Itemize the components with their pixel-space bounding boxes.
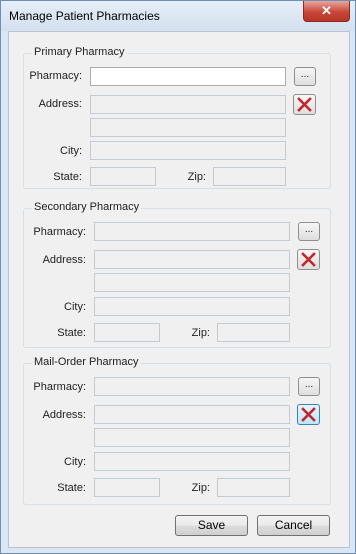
delete-pharmacy-button[interactable] — [293, 94, 316, 115]
save-button[interactable]: Save — [175, 515, 248, 536]
zip-field[interactable] — [217, 478, 290, 497]
mail-order-pharmacy-group: Mail-Order Pharmacy Pharmacy: ... Addres… — [23, 356, 331, 505]
pharmacy-label: Pharmacy: — [33, 226, 86, 238]
zip-label: Zip: — [187, 171, 206, 183]
zip-label: Zip: — [191, 482, 210, 494]
pharmacy-field[interactable] — [90, 67, 286, 86]
city-label: City: — [60, 145, 82, 157]
ellipsis-icon: ... — [304, 379, 314, 390]
delete-pharmacy-button[interactable] — [297, 404, 320, 425]
pharmacy-field[interactable] — [94, 222, 290, 241]
pharmacy-field[interactable] — [94, 377, 290, 396]
dialog-window: Manage Patient Pharmacies ✕ Primary Phar… — [0, 0, 356, 554]
address-label: Address: — [38, 98, 82, 110]
browse-pharmacy-button[interactable]: ... — [298, 222, 320, 241]
close-icon[interactable]: ✕ — [321, 3, 332, 18]
address-line1-field[interactable] — [90, 95, 286, 114]
red-x-icon — [297, 97, 312, 112]
zip-label: Zip: — [191, 327, 210, 339]
close-button[interactable]: ✕ — [303, 1, 350, 22]
red-x-icon — [301, 407, 316, 422]
address-line2-field[interactable] — [90, 118, 286, 137]
browse-pharmacy-button[interactable]: ... — [294, 67, 316, 86]
browse-pharmacy-button[interactable]: ... — [298, 377, 320, 396]
primary-pharmacy-group: Primary Pharmacy Pharmacy: ... Address: … — [23, 46, 331, 189]
dialog-body: Primary Pharmacy Pharmacy: ... Address: … — [8, 31, 350, 548]
state-label: State: — [53, 171, 82, 183]
city-field[interactable] — [94, 297, 290, 316]
address-line1-field[interactable] — [94, 250, 290, 269]
state-field[interactable] — [94, 323, 160, 342]
cancel-button[interactable]: Cancel — [257, 515, 330, 536]
address-line1-field[interactable] — [94, 405, 290, 424]
group-title: Primary Pharmacy — [32, 46, 127, 58]
address-label: Address: — [42, 409, 86, 421]
address-label: Address: — [42, 254, 86, 266]
state-field[interactable] — [90, 167, 156, 186]
pharmacy-label: Pharmacy: — [33, 381, 86, 393]
city-label: City: — [64, 456, 86, 468]
state-label: State: — [57, 327, 86, 339]
zip-field[interactable] — [217, 323, 290, 342]
title-bar: Manage Patient Pharmacies ✕ — [1, 1, 355, 31]
zip-field[interactable] — [213, 167, 286, 186]
group-title: Secondary Pharmacy — [32, 201, 142, 213]
ellipsis-icon: ... — [304, 224, 314, 235]
ellipsis-icon: ... — [300, 69, 310, 80]
address-line2-field[interactable] — [94, 273, 290, 292]
city-label: City: — [64, 301, 86, 313]
state-field[interactable] — [94, 478, 160, 497]
delete-pharmacy-button[interactable] — [297, 249, 320, 270]
state-label: State: — [57, 482, 86, 494]
window-title: Manage Patient Pharmacies — [9, 9, 160, 23]
city-field[interactable] — [94, 452, 290, 471]
red-x-icon — [301, 252, 316, 267]
secondary-pharmacy-group: Secondary Pharmacy Pharmacy: ... Address… — [23, 201, 331, 348]
address-line2-field[interactable] — [94, 428, 290, 447]
city-field[interactable] — [90, 141, 286, 160]
group-title: Mail-Order Pharmacy — [32, 356, 141, 368]
pharmacy-label: Pharmacy: — [29, 70, 82, 82]
